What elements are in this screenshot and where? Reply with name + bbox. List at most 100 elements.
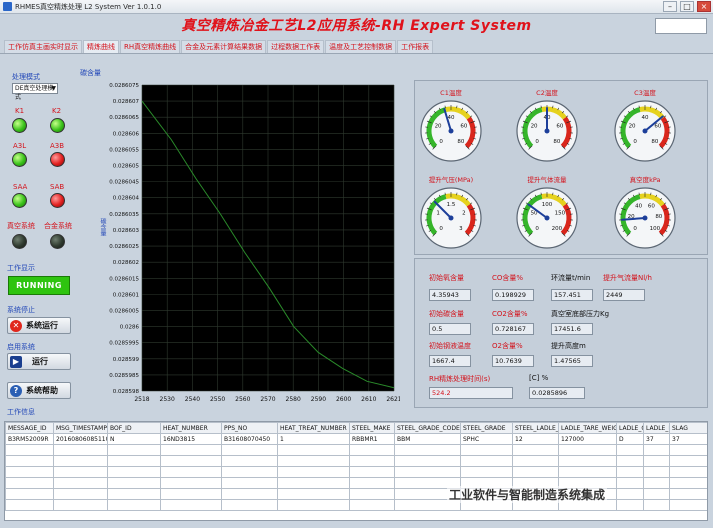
table-header-cell[interactable]: SLAG [669,422,707,434]
table-row[interactable] [5,466,707,478]
table-row[interactable] [5,444,707,456]
gauge-title-vacuum: 真空度kPa [629,176,661,184]
table-cell: 37 [643,433,670,445]
table-header-cell[interactable]: STEEL_MAKE [349,422,395,434]
chart-y-tick-label: 0.0285995 [109,341,139,347]
chart-x-tick-label: 2530 [160,396,175,403]
table-cell: SPHC [460,433,513,445]
system-run-button[interactable]: ✕ 系统运行 [7,317,71,334]
table-cell [53,455,108,467]
run-button[interactable]: ▶ 运行 [7,353,71,370]
initial-temp-label: 初始钢液温度 [429,342,471,350]
mode-select[interactable]: DE真空处理模式 ▼ [12,83,58,101]
table-cell [349,444,395,456]
gauge-title-c1: C1温度 [440,89,462,97]
led-label-saa: SAA [13,183,28,191]
tab-process-data[interactable]: 过程数据工作表 [267,40,325,53]
chart-y-tick-label: 0.028604 [113,196,140,202]
help-button[interactable]: ? 系统帮助 [7,382,71,399]
table-header-cell[interactable]: MSG_TIMESTAMP [53,422,108,434]
table-cell [558,444,617,456]
chart-x-tick-label: 2580 [286,396,301,403]
table-cell [277,455,350,467]
tab-reports[interactable]: 工作报表 [397,40,434,53]
table-header-cell[interactable]: HEAT_NUMBER [160,422,222,434]
table-cell [616,466,644,478]
led-alloy [50,234,65,249]
close-button[interactable]: × [697,1,711,12]
table-header-cell[interactable]: MESSAGE_ID [5,422,54,434]
lift-gas-flow-value: 2449 [603,289,645,301]
tab-alloy-results[interactable]: 合金及元素计算结果数据 [181,40,267,53]
table-cell [160,477,222,489]
gauge-tick-label: 2 [462,211,466,217]
table-header-cell[interactable]: STEEL_GRADE [460,422,513,434]
chart-y-tick-label: 0.028598 [113,389,140,395]
table-cell [616,488,644,500]
table-cell: D [616,433,644,445]
table-header-cell[interactable]: LADLE_TARE_WEIGHT [558,422,617,434]
table-cell: 20160806085110 [53,433,108,445]
table-header-cell[interactable]: STEEL_GRADE_CODE [394,422,461,434]
table-cell [107,444,161,456]
table-cell [160,444,222,456]
gauge-hub [448,215,454,221]
table-cell [221,488,278,500]
chart-y-tick-label: 0.028599 [113,357,140,363]
tab-rh-curve[interactable]: RH真空精炼曲线 [120,40,181,53]
chart-y-tick-label: 0.0286045 [109,180,139,186]
table-header-cell[interactable]: PPS_NO [221,422,278,434]
table-row[interactable]: B3RM52009R 20160806085110 N 16ND3815 B316080… [5,433,707,445]
work-display-label: 工作显示 [7,264,35,272]
table-cell [669,466,707,478]
bottom-pressure-label: 真空室底部压力Kg [551,310,610,318]
table-header-cell[interactable]: LADLE_LIFE [643,422,670,434]
table-cell: 1 [277,433,350,445]
table-cell [669,477,707,489]
message-table[interactable]: MESSAGE_ID MSG_TIMESTAMP BOF_ID HEAT_NUMBER… [4,421,708,521]
gauge-panel: 020406080020406080020406080011.523050100… [414,80,708,255]
table-cell [512,466,559,478]
table-header-cell[interactable]: STEEL_LADLE_NO [512,422,559,434]
led-label-a3b: A3B [50,142,65,150]
tab-main-display[interactable]: 工作仿真主画实时显示 [4,40,82,53]
chart-y-tick-label: 0.0286055 [109,147,139,153]
gauge-hub [448,128,454,134]
table-cell [160,455,222,467]
lift-height-value: 1.47565 [551,355,593,367]
led-vacuum [12,234,27,249]
table-cell [221,477,278,489]
table-row[interactable] [5,455,707,467]
tab-refining-curve[interactable]: 精炼曲线 [83,40,119,53]
table-cell [460,455,513,467]
chart-x-tick-label: 2540 [185,396,200,403]
table-cell: 16ND3815 [160,433,222,445]
bottom-pressure-value: 17451.6 [551,323,593,335]
chart-y-tick-label: 0.028605 [113,164,140,170]
table-header-cell[interactable]: BOF_ID [107,422,161,434]
gauge-tick-label: 80 [651,139,658,145]
table-cell [349,477,395,489]
table-header-cell[interactable]: HEAT_TREAT_NUMBER [277,422,350,434]
table-cell: 12 [512,433,559,445]
gauge-tick-label: 20 [531,124,538,130]
table-cell [512,455,559,467]
gauge-tick-label: 0 [439,226,443,232]
table-cell: B31608070450 [221,433,278,445]
table-cell: BBM [394,433,461,445]
tab-temperature-control[interactable]: 温度及工艺控制数据 [325,40,397,53]
led-label-vacuum: 真空系统 [7,222,35,230]
tab-divider [0,53,713,54]
co-content-label: CO含量% [492,274,524,282]
watermark: 工业软件与智能制造系统集成 [447,486,608,503]
initial-oxygen-label: 初始氧含量 [429,274,464,282]
gauge-tick-label: 60 [556,124,563,130]
maximize-button[interactable]: □ [680,1,694,12]
table-cell [107,455,161,467]
minimize-button[interactable]: – [663,1,677,12]
gauge-title-pressure: 提升气压(MPa) [428,176,474,184]
table-cell [349,466,395,478]
table-cell [5,499,54,511]
table-header-cell[interactable]: LADLE_Q [616,422,644,434]
rh-time-value: 524.2 [429,387,513,399]
